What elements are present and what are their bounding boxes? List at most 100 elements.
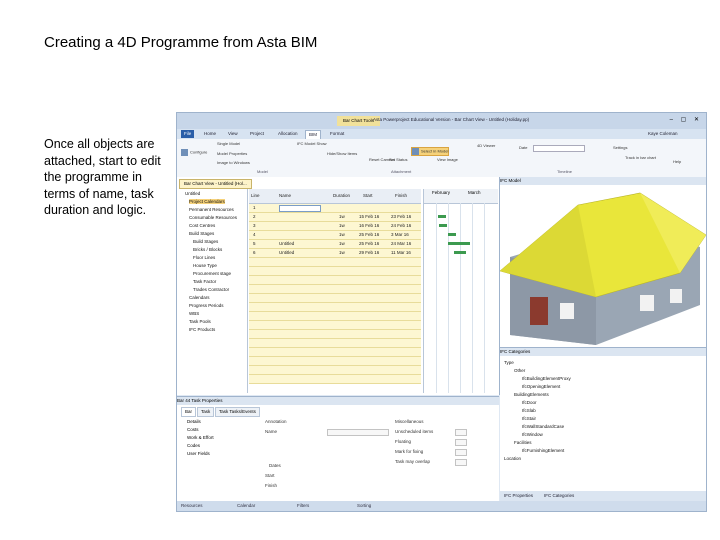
task-may-overlap-checkbox[interactable] — [455, 459, 467, 466]
table-row[interactable]: 5 Untitled 1w 25 Feb 16 24 Mar 16 — [249, 240, 421, 249]
col-start[interactable]: Start — [363, 193, 373, 198]
tree-item[interactable]: Consumable Resources — [189, 215, 237, 220]
section-costs[interactable]: Costs — [187, 427, 199, 432]
col-finish[interactable]: Finish — [395, 193, 407, 198]
tree-item[interactable]: Task Factor — [193, 279, 216, 284]
tab-task[interactable]: Task — [197, 407, 215, 417]
table-row[interactable]: 4 1w 25 Feb 16 3 Mar 16 — [249, 231, 421, 240]
section-details[interactable]: Details — [187, 419, 201, 424]
table-row-empty[interactable] — [249, 285, 421, 294]
name-field[interactable] — [327, 429, 389, 436]
help-button[interactable]: Help — [673, 159, 681, 164]
col-duration[interactable]: Duration — [333, 193, 350, 198]
tree-item[interactable]: Floor Lines — [193, 255, 215, 260]
tree-item[interactable]: Progress Periods — [189, 303, 224, 308]
tree-item[interactable]: Untitled — [185, 191, 200, 196]
col-name[interactable]: Name — [279, 193, 291, 198]
document-tab[interactable]: Bar Chart View - Untitled (Hol... — [179, 179, 252, 189]
tree-item[interactable]: House Type — [193, 263, 217, 268]
category-item[interactable]: Facilities — [514, 440, 532, 445]
table-row-empty[interactable] — [249, 375, 421, 384]
tree-item[interactable]: Project Calendars — [189, 199, 225, 204]
tree-item[interactable]: Task Pools — [189, 319, 211, 324]
track-in-bar-chart-checkbox[interactable]: Track in bar chart — [625, 155, 656, 160]
category-item[interactable]: IfcDoor — [522, 400, 537, 405]
mark-for-fixing-checkbox[interactable] — [455, 449, 467, 456]
category-item[interactable]: BuildingElements — [514, 392, 549, 397]
category-item[interactable]: IfcBuildingElementProxy — [522, 376, 571, 381]
tree-item[interactable]: Permanent Resources — [189, 207, 234, 212]
window-controls[interactable]: – ▢ ✕ — [670, 116, 702, 123]
category-item[interactable]: IfcFurnishingElement — [522, 448, 564, 453]
tree-item[interactable]: Procurement stage — [193, 271, 231, 276]
tab-bar[interactable]: Bar — [181, 407, 197, 417]
category-item[interactable]: Location — [504, 456, 521, 461]
section-user-fields[interactable]: User Fields — [187, 451, 210, 456]
table-row-empty[interactable] — [249, 357, 421, 366]
configure-button[interactable]: Configure — [181, 149, 207, 156]
category-item[interactable]: IfcOpeningElement — [522, 384, 560, 389]
tree-item[interactable]: IFC Products — [189, 327, 215, 332]
tab-allocation[interactable]: Allocation — [275, 130, 301, 138]
category-item[interactable]: Other — [514, 368, 525, 373]
tab-task-events[interactable]: Task Tasks/Events — [215, 407, 260, 417]
image-to-windows-button[interactable]: Image to Windows — [217, 160, 250, 165]
house-3d-model[interactable] — [500, 185, 706, 347]
status-calendar[interactable]: Calendar — [237, 503, 255, 508]
hide-show-items-button[interactable]: Hide/Show Items — [327, 151, 357, 156]
status-sorting[interactable]: Sorting — [357, 503, 371, 508]
name-edit-field[interactable] — [279, 205, 321, 212]
tab-ifc-properties[interactable]: IFC Properties — [504, 493, 533, 498]
settings-button[interactable]: Settings — [613, 145, 627, 150]
section-work-effort[interactable]: Work & Effort — [187, 435, 214, 440]
tree-item[interactable]: WBS — [189, 311, 199, 316]
tab-ifc-categories[interactable]: IFC Categories — [544, 493, 574, 498]
category-item[interactable]: IfcWallStandardCase — [522, 424, 564, 429]
single-model-dropdown[interactable]: Single Model — [217, 141, 240, 146]
tab-bim[interactable]: BIM — [305, 130, 322, 139]
category-item[interactable]: IfcSlab — [522, 408, 536, 413]
select-in-model-button[interactable]: Select in Model — [411, 147, 450, 156]
table-row-empty[interactable] — [249, 303, 421, 312]
floating-checkbox[interactable] — [455, 439, 467, 446]
tree-item[interactable]: Build Stages — [193, 239, 218, 244]
table-row-empty[interactable] — [249, 366, 421, 375]
tab-file[interactable]: File — [181, 130, 195, 138]
table-row[interactable]: 1 — [249, 204, 421, 213]
unscheduled-checkbox[interactable] — [455, 429, 467, 436]
ifc-model-show-dropdown[interactable]: IFC Model Show — [297, 141, 327, 146]
tree-item[interactable]: Build Stages — [189, 231, 214, 236]
table-row[interactable]: 6 Untitled 1w 29 Feb 16 11 Mar 16 — [249, 249, 421, 258]
table-row-empty[interactable] — [249, 294, 421, 303]
view-image-button[interactable]: View Image — [437, 157, 458, 162]
table-row-empty[interactable] — [249, 339, 421, 348]
task-bar[interactable] — [454, 251, 466, 254]
task-bar[interactable] — [448, 233, 456, 236]
tab-project[interactable]: Project — [247, 130, 267, 138]
tree-item[interactable]: Cost Centres — [189, 223, 215, 228]
category-item[interactable]: IfcWindow — [522, 432, 543, 437]
col-line[interactable]: Line — [251, 193, 260, 198]
table-row-empty[interactable] — [249, 276, 421, 285]
table-row-empty[interactable] — [249, 258, 421, 267]
tree-item[interactable]: Calendars — [189, 295, 210, 300]
tab-home[interactable]: Home — [201, 130, 219, 138]
tree-item[interactable]: Bricks / Blocks — [193, 247, 222, 252]
tab-format[interactable]: Format — [327, 130, 347, 138]
tree-item[interactable]: Trades Contractor — [193, 287, 229, 292]
table-row-empty[interactable] — [249, 267, 421, 276]
tab-view[interactable]: View — [225, 130, 241, 138]
table-row[interactable]: 2 1w 15 Feb 16 23 Feb 16 — [249, 213, 421, 222]
4d-viewer-button[interactable]: 4D Viewer — [477, 143, 495, 148]
model-properties-button[interactable]: Model Properties — [217, 151, 247, 156]
table-row-empty[interactable] — [249, 312, 421, 321]
table-row-empty[interactable] — [249, 321, 421, 330]
status-filters[interactable]: Filters — [297, 503, 309, 508]
user-name[interactable]: Kaye Coleman — [645, 130, 681, 138]
section-codes[interactable]: Codes — [187, 443, 200, 448]
set-status-button[interactable]: Set Status — [389, 157, 407, 162]
category-item[interactable]: IfcStair — [522, 416, 536, 421]
task-bar[interactable] — [439, 224, 447, 227]
table-row[interactable]: 3 1w 16 Feb 16 24 Feb 16 — [249, 222, 421, 231]
category-item[interactable]: Type — [504, 360, 514, 365]
